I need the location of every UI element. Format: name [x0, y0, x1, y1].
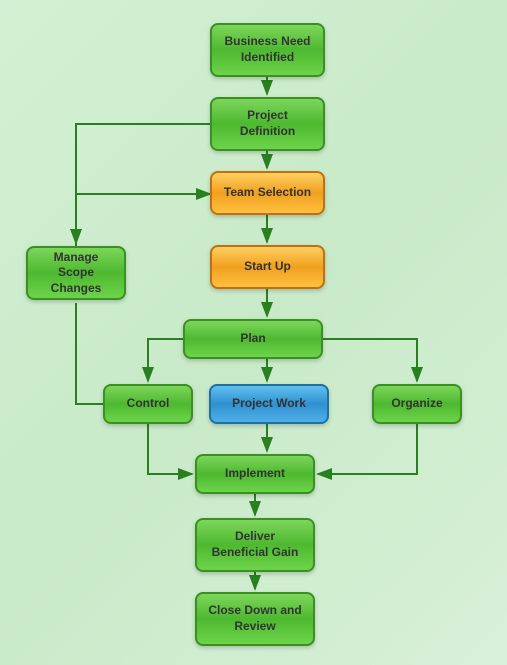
project-definition-box: ProjectDefinition	[210, 97, 325, 151]
business-need-label: Business Need Identified	[220, 34, 315, 65]
project-work-box: Project Work	[209, 384, 329, 424]
team-selection-box: Team Selection	[210, 171, 325, 215]
plan-box: Plan	[183, 319, 323, 359]
flowchart: Business Need Identified ProjectDefiniti…	[0, 0, 507, 665]
deliver-box: DeliverBeneficial Gain	[195, 518, 315, 572]
project-definition-label: ProjectDefinition	[240, 108, 295, 139]
control-box: Control	[103, 384, 193, 424]
deliver-label: DeliverBeneficial Gain	[212, 529, 299, 560]
manage-scope-label: Manage ScopeChanges	[36, 250, 116, 297]
team-selection-label: Team Selection	[224, 185, 311, 201]
organize-label: Organize	[391, 396, 442, 412]
plan-label: Plan	[240, 331, 265, 347]
manage-scope-box: Manage ScopeChanges	[26, 246, 126, 300]
close-down-label: Close Down andReview	[208, 603, 301, 634]
start-up-box: Start Up	[210, 245, 325, 289]
start-up-label: Start Up	[244, 259, 291, 275]
implement-box: Implement	[195, 454, 315, 494]
project-work-label: Project Work	[232, 396, 306, 412]
close-down-box: Close Down andReview	[195, 592, 315, 646]
control-label: Control	[127, 396, 170, 412]
organize-box: Organize	[372, 384, 462, 424]
implement-label: Implement	[225, 466, 285, 482]
business-need-box: Business Need Identified	[210, 23, 325, 77]
